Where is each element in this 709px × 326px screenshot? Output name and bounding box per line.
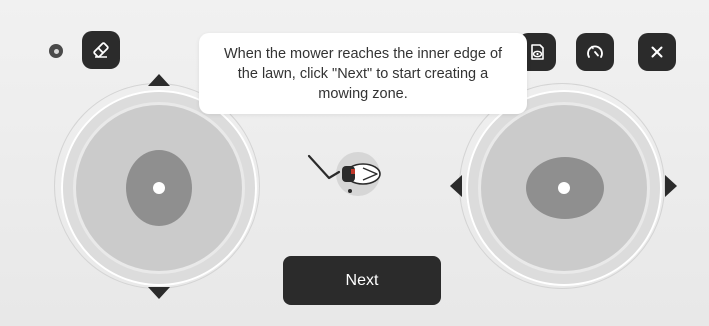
next-button[interactable]: Next xyxy=(283,256,441,305)
joystick-center-dot xyxy=(153,182,165,194)
right-joystick-horizontal[interactable] xyxy=(459,83,665,289)
joystick-center-dot xyxy=(558,182,570,194)
left-joystick-vertical[interactable] xyxy=(54,83,260,289)
mowing-zone-setup-screen: When the mower reaches the inner edge of… xyxy=(0,0,709,326)
eraser-button[interactable] xyxy=(82,31,120,69)
close-button[interactable] xyxy=(638,33,676,71)
status-dot-icon xyxy=(49,44,63,58)
mower-icon xyxy=(307,152,381,196)
arrow-left-icon xyxy=(450,175,462,197)
instruction-tooltip: When the mower reaches the inner edge of… xyxy=(199,33,527,114)
speed-button[interactable] xyxy=(576,33,614,71)
close-icon xyxy=(651,46,663,58)
view-toggle-icon xyxy=(531,44,544,60)
tooltip-text: When the mower reaches the inner edge of… xyxy=(223,45,503,102)
arrow-down-icon xyxy=(148,287,170,299)
speedometer-icon xyxy=(587,45,603,58)
arrow-up-icon xyxy=(148,74,170,86)
arrow-right-icon xyxy=(665,175,677,197)
eraser-icon xyxy=(93,42,109,58)
